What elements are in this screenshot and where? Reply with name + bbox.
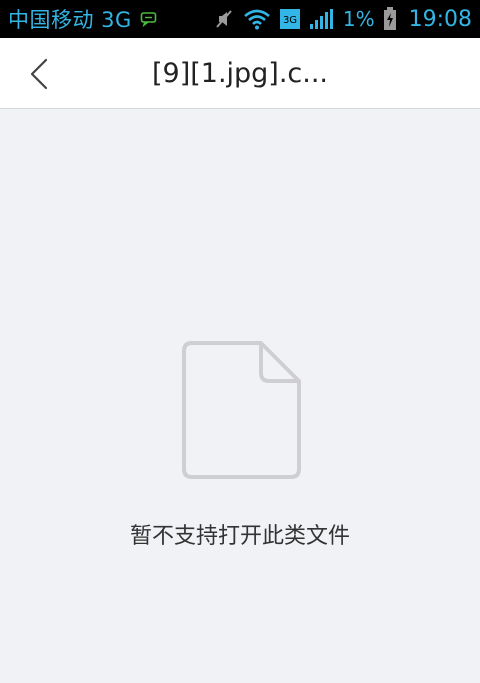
chevron-left-icon — [30, 58, 48, 90]
status-bar: 中国移动 3G 3G 1% 19:08 — [0, 0, 480, 38]
unsupported-file-message: 暂不支持打开此类文件 — [129, 524, 350, 549]
carrier-label: 中国移动 3G — [8, 8, 132, 32]
status-icons: 3G 1% 19:08 — [213, 7, 472, 32]
message-icon — [140, 11, 158, 27]
battery-percent: 1% — [342, 7, 375, 31]
battery-icon — [383, 7, 397, 31]
app-header: [9][1.jpg].c... — [0, 38, 480, 109]
wifi-icon — [243, 8, 271, 30]
mute-icon — [213, 8, 235, 30]
back-button[interactable] — [20, 56, 60, 92]
signal-icon — [309, 8, 335, 30]
document-icon — [182, 340, 302, 480]
file-preview-area: 暂不支持打开此类文件 — [0, 110, 480, 683]
network-badge-text: 3G — [283, 15, 297, 26]
clock: 19:08 — [408, 6, 472, 32]
network-3g-icon: 3G — [279, 8, 301, 30]
page-title: [9][1.jpg].c... — [151, 58, 329, 89]
